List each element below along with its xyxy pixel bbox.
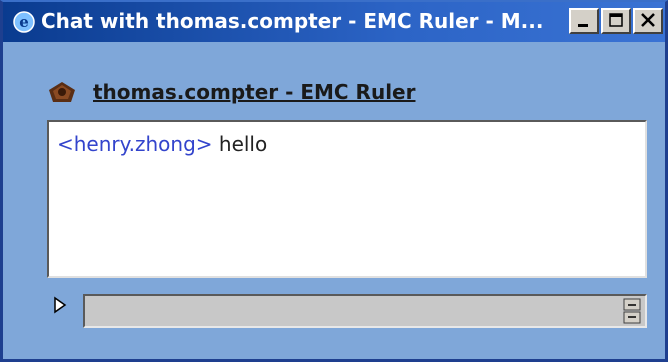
message-input-box[interactable]: [83, 294, 647, 328]
buddy-icon: [49, 82, 75, 102]
message-text: hello: [218, 132, 268, 156]
close-icon: [641, 13, 655, 27]
maximize-button[interactable]: [601, 8, 631, 34]
message-input[interactable]: [89, 299, 613, 325]
maximize-icon: [609, 13, 623, 27]
chat-window: e Chat with thomas.compter - EMC Ruler -…: [0, 0, 668, 362]
chat-message: <henry.zhong> hello: [57, 130, 637, 158]
message-user: <henry.zhong>: [57, 132, 213, 156]
contact-name-link[interactable]: thomas.compter - EMC Ruler: [93, 78, 415, 106]
chat-log: <henry.zhong> hello: [47, 120, 647, 278]
svg-text:e: e: [19, 13, 29, 31]
close-button[interactable]: [633, 8, 663, 34]
expand-arrow-icon[interactable]: [53, 296, 67, 314]
minimize-icon: [578, 24, 588, 27]
title-buttons: [569, 8, 663, 36]
ie-icon: e: [13, 11, 35, 33]
title-bar[interactable]: e Chat with thomas.compter - EMC Ruler -…: [3, 2, 665, 42]
minimize-button[interactable]: [569, 8, 599, 34]
window-title: Chat with thomas.compter - EMC Ruler - M…: [41, 9, 544, 33]
scroll-spinner-icon[interactable]: [623, 298, 641, 324]
